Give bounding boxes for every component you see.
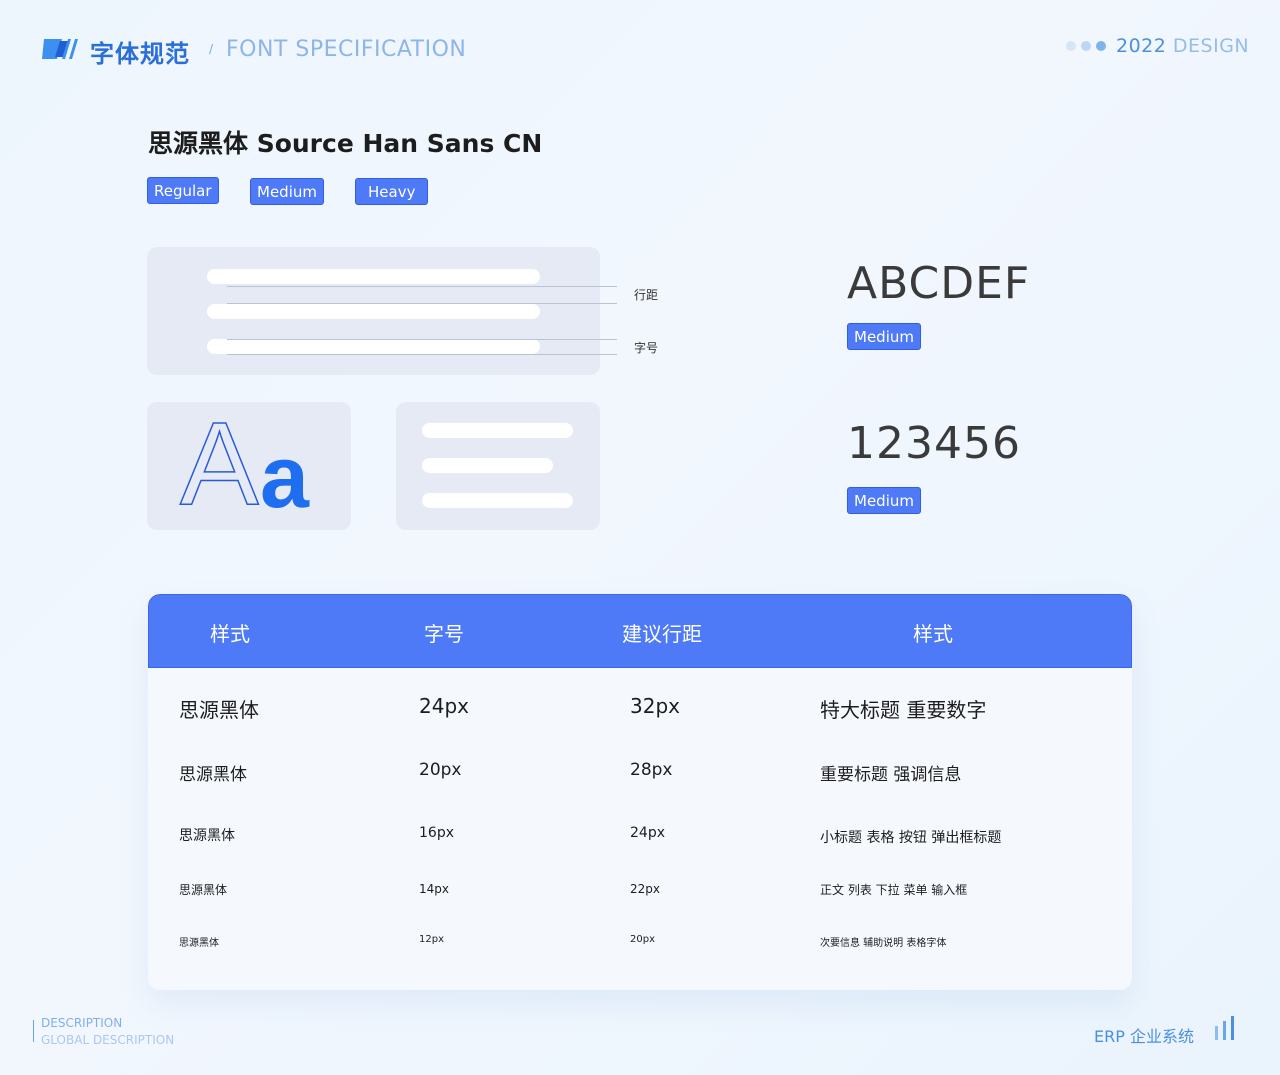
glyph-lower-a: a: [260, 427, 309, 526]
header-line-height: 建议行距: [622, 622, 702, 646]
cell-font: 思源黑体: [179, 938, 219, 949]
table-header: 样式 字号 建议行距 样式: [148, 594, 1132, 668]
cell-line-height: 28px: [630, 760, 673, 780]
guide-line: [227, 303, 617, 304]
footer-desc-line1: DESCRIPTION: [41, 1016, 123, 1030]
text-line-placeholder: [207, 304, 540, 319]
text-line-placeholder: [422, 423, 573, 438]
guide-line: [227, 339, 617, 340]
text-line-placeholder: [422, 493, 573, 508]
cell-size: 16px: [419, 825, 454, 841]
cell-usage: 正文 列表 下拉 菜单 输入框: [820, 883, 968, 897]
title-separator: /: [209, 42, 214, 56]
cell-usage: 小标题 表格 按钮 弹出框标题: [820, 830, 1002, 846]
cell-usage: 特大标题 重要数字: [820, 698, 987, 722]
cell-size: 14px: [419, 882, 449, 896]
guide-line: [227, 354, 617, 355]
design-word: DESIGN: [1172, 35, 1250, 57]
font-name-heading: 思源黑体 Source Han Sans CN: [148, 129, 543, 158]
glyph-upper-a: A: [179, 398, 259, 530]
text-line-placeholder: [207, 269, 540, 284]
footer-system-name: ERP 企业系统: [1094, 1027, 1194, 1046]
cell-usage: 重要标题 强调信息: [820, 765, 962, 785]
sample-letters-weight-badge: Medium: [847, 323, 921, 350]
line-spacing-label: 行距: [634, 288, 659, 302]
cell-font: 思源黑体: [179, 765, 247, 785]
header-usage: 样式: [913, 622, 953, 646]
cell-line-height: 24px: [630, 825, 665, 841]
cell-font: 思源黑体: [179, 828, 235, 844]
page-subtitle: FONT SPECIFICATION: [226, 37, 467, 62]
bar-chart-icon: [1215, 1016, 1234, 1040]
year-number: 2022: [1116, 35, 1167, 57]
sample-digits-weight-badge: Medium: [847, 487, 921, 514]
cell-size: 12px: [419, 934, 444, 945]
header-size: 字号: [424, 622, 464, 646]
cell-line-height: 20px: [630, 934, 655, 945]
footer-divider: [33, 1020, 34, 1042]
logo-slash-icon: [42, 39, 78, 59]
page-title: 字体规范: [90, 40, 190, 68]
weight-badge-heavy: Heavy: [355, 178, 429, 205]
footer-desc-line2: GLOBAL DESCRIPTION: [41, 1033, 175, 1047]
cell-usage: 次要信息 辅助说明 表格字体: [820, 938, 947, 949]
text-line-placeholder: [422, 458, 553, 473]
sample-letters: ABCDEF: [847, 258, 1031, 309]
guide-line: [227, 286, 617, 287]
cell-font: 思源黑体: [179, 883, 228, 897]
cell-font: 思源黑体: [179, 698, 259, 722]
year-label: 2022 DESIGN: [1116, 35, 1249, 57]
weight-badge-regular: Regular: [147, 177, 219, 204]
cell-size: 20px: [419, 760, 462, 780]
weight-badge-medium: Medium: [250, 178, 324, 205]
cell-line-height: 32px: [630, 694, 680, 718]
sample-digits: 123456: [847, 418, 1021, 469]
font-spec-table: 样式 字号 建议行距 样式 思源黑体 24px 32px 特大标题 重要数字 思…: [148, 594, 1132, 990]
text-line-placeholder: [207, 339, 540, 354]
header-style: 样式: [210, 622, 250, 646]
cell-size: 24px: [419, 694, 469, 718]
dots-icon: [1066, 41, 1106, 51]
font-size-label: 字号: [634, 341, 659, 355]
footer-description: DESCRIPTION GLOBAL DESCRIPTION: [41, 1015, 174, 1049]
cell-line-height: 22px: [630, 882, 660, 896]
